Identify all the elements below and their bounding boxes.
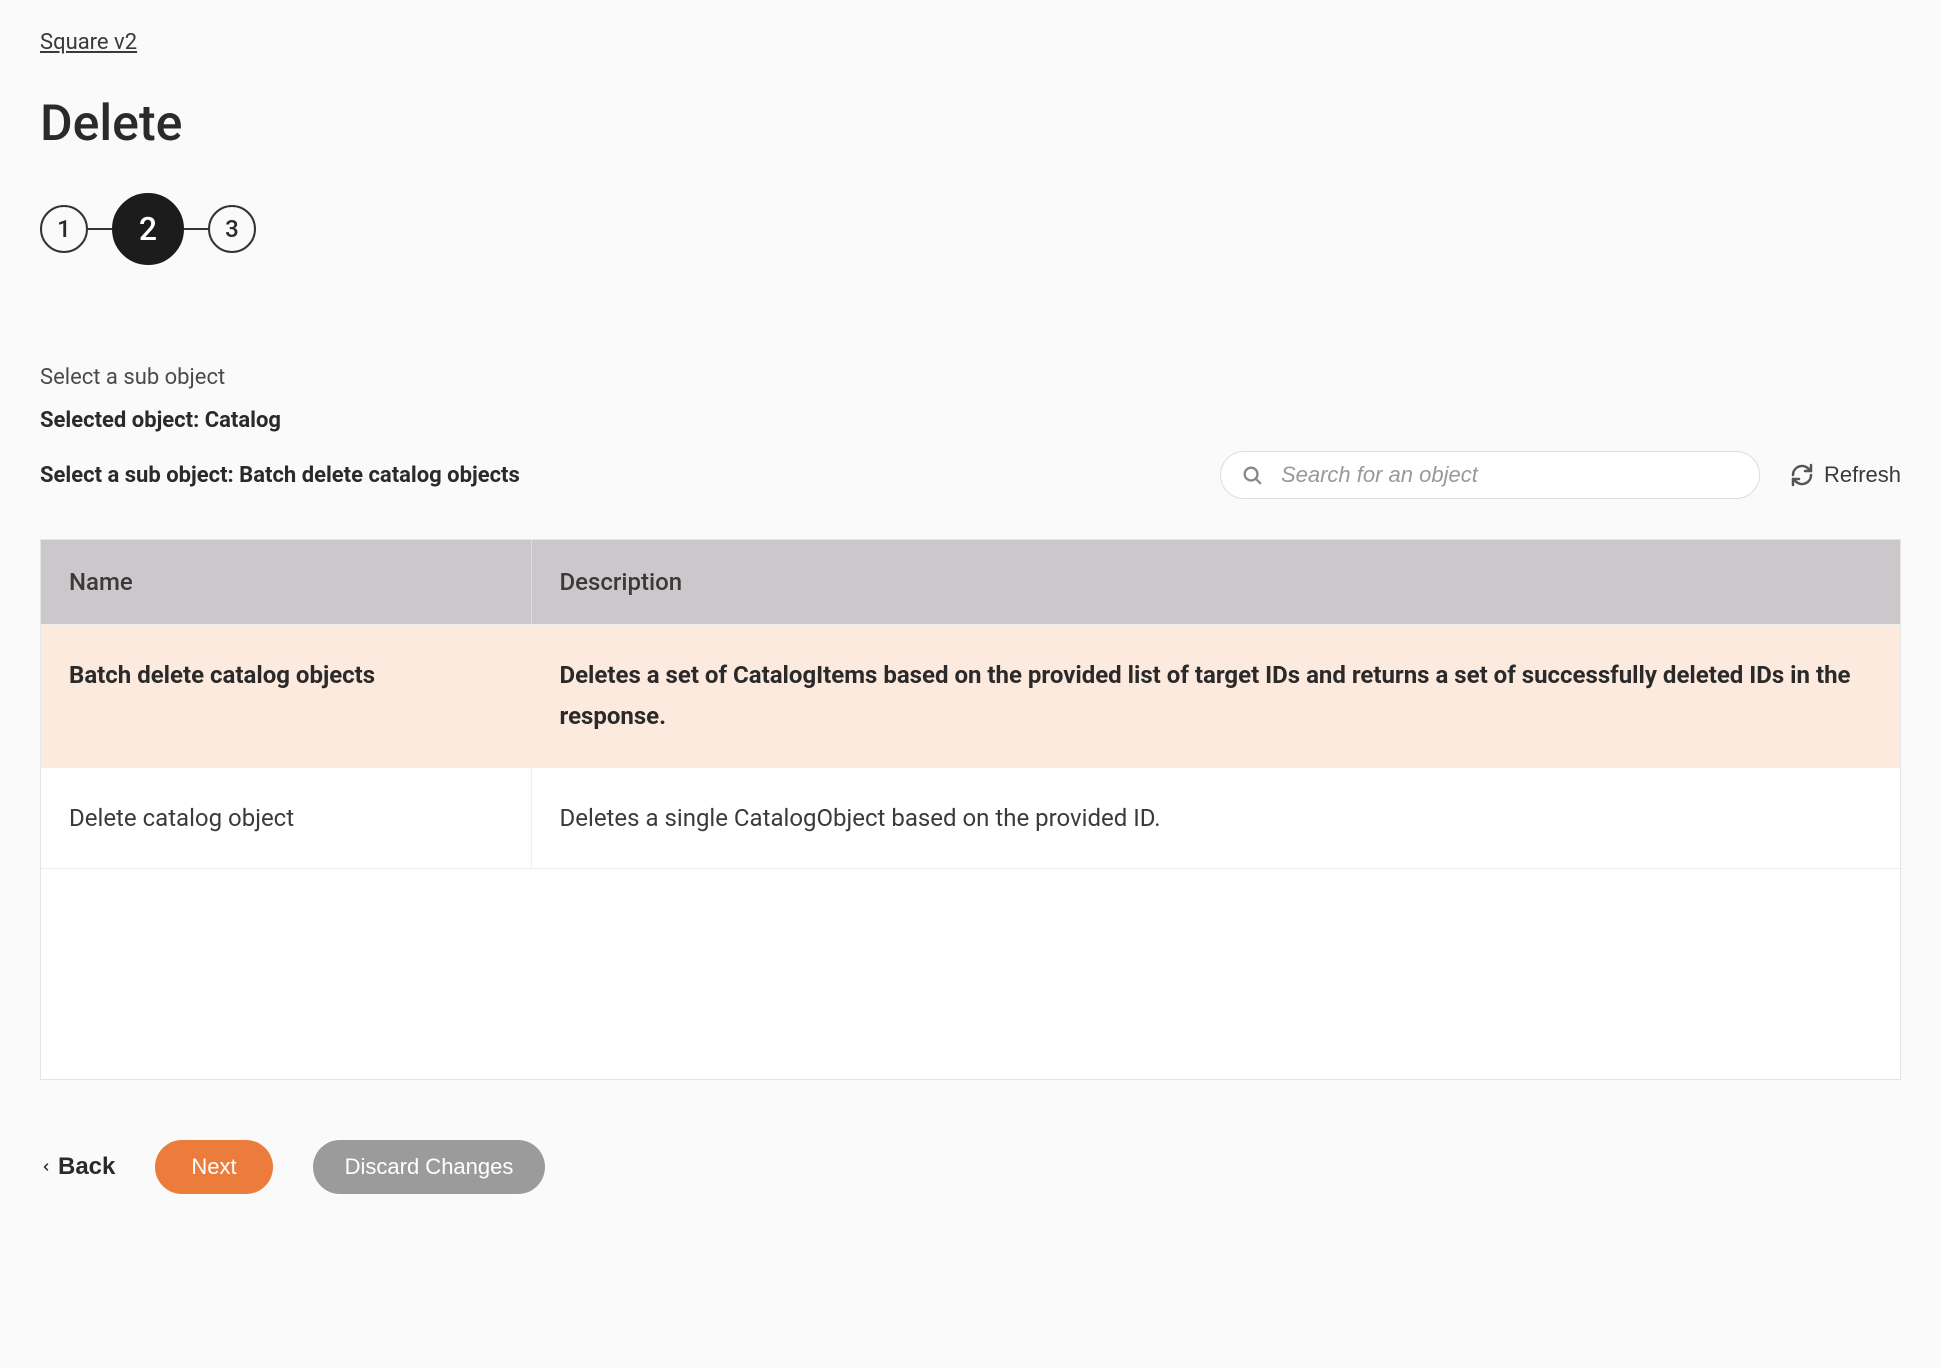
breadcrumb[interactable]: Square v2 <box>40 30 137 55</box>
search-input[interactable] <box>1281 462 1739 488</box>
table-header-name: Name <box>41 540 531 625</box>
refresh-icon <box>1790 463 1814 487</box>
table-cell-name: Delete catalog object <box>41 767 531 869</box>
step-1[interactable]: 1 <box>40 205 88 253</box>
refresh-label: Refresh <box>1824 462 1901 488</box>
step-2[interactable]: 2 <box>112 193 184 265</box>
table-empty-row <box>41 869 1900 1079</box>
chevron-left-icon <box>40 1159 52 1175</box>
next-button[interactable]: Next <box>155 1140 272 1194</box>
refresh-button[interactable]: Refresh <box>1790 462 1901 488</box>
table-row[interactable]: Delete catalog object Deletes a single C… <box>41 767 1900 869</box>
back-label: Back <box>58 1153 115 1181</box>
select-sub-label: Select a sub object <box>40 365 1901 390</box>
step-line <box>184 228 208 230</box>
table-cell-name: Batch delete catalog objects <box>41 625 531 768</box>
back-button[interactable]: Back <box>40 1153 115 1181</box>
stepper: 1 2 3 <box>40 193 1901 265</box>
step-line <box>88 228 112 230</box>
select-sub-value-label: Select a sub object: Batch delete catalo… <box>40 463 520 488</box>
search-icon <box>1241 464 1263 486</box>
table-cell-description: Deletes a set of CatalogItems based on t… <box>531 625 1900 768</box>
table-container: Name Description Batch delete catalog ob… <box>40 539 1901 1080</box>
table-cell-description: Deletes a single CatalogObject based on … <box>531 767 1900 869</box>
search-box[interactable] <box>1220 451 1760 499</box>
object-table: Name Description Batch delete catalog ob… <box>41 540 1900 1079</box>
table-row[interactable]: Batch delete catalog objects Deletes a s… <box>41 625 1900 768</box>
discard-button[interactable]: Discard Changes <box>313 1140 546 1194</box>
step-3[interactable]: 3 <box>208 205 256 253</box>
selected-object-label: Selected object: Catalog <box>40 408 1901 433</box>
page-title: Delete <box>40 95 1901 153</box>
footer-buttons: Back Next Discard Changes <box>40 1140 1901 1194</box>
table-header-description: Description <box>531 540 1900 625</box>
